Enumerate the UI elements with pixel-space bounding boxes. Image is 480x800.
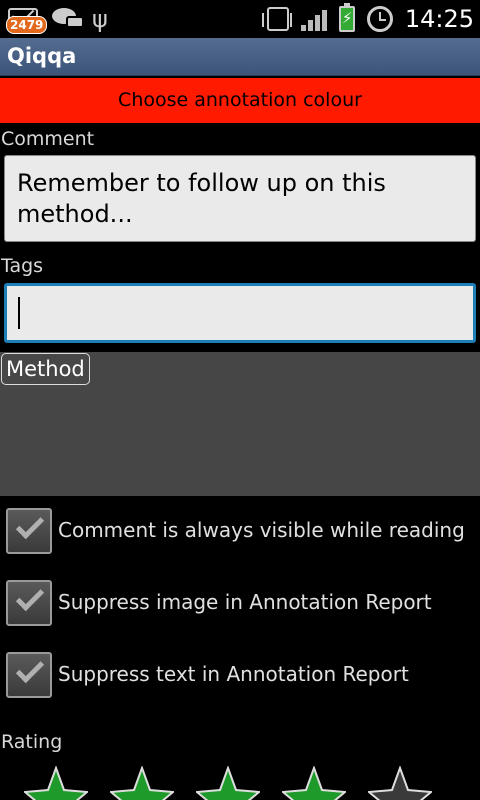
method-panel[interactable]: Method — [0, 352, 480, 496]
star-icon-4[interactable] — [282, 766, 346, 800]
suppress-image-checkbox[interactable] — [6, 580, 52, 626]
checkbox-row-suppress-text[interactable]: Suppress text in Annotation Report — [6, 652, 476, 700]
status-bar: 2479 ψ 14:25 — [0, 0, 480, 38]
comment-visible-label[interactable]: Comment is always visible while reading — [58, 518, 465, 542]
star-icon-5[interactable] — [368, 766, 432, 800]
comment-field[interactable]: Remember to follow up on this method... — [4, 155, 476, 242]
choose-colour-button[interactable]: Choose annotation colour — [0, 78, 480, 123]
method-chip[interactable]: Method — [1, 353, 90, 385]
mail-icon: 2479 — [6, 4, 48, 34]
usb-icon: ψ — [92, 5, 108, 33]
app-title: Qiqqa — [7, 44, 77, 68]
tags-input[interactable] — [4, 283, 476, 343]
text-caret — [18, 297, 20, 329]
suppress-text-label[interactable]: Suppress text in Annotation Report — [58, 662, 409, 686]
check-icon — [15, 654, 45, 684]
suppress-image-label[interactable]: Suppress image in Annotation Report — [58, 590, 432, 614]
comment-label: Comment — [1, 128, 95, 150]
chat-bubble-secondary — [66, 16, 84, 28]
app-title-bar: Qiqqa — [0, 38, 480, 76]
checkbox-row-comment-visible[interactable]: Comment is always visible while reading — [6, 508, 476, 556]
rating-label: Rating — [1, 731, 63, 753]
rating-stars[interactable] — [24, 766, 432, 800]
vibrate-icon — [261, 7, 292, 31]
star-icon-2[interactable] — [110, 766, 174, 800]
battery-charging-icon — [338, 3, 355, 32]
notification-count: 2479 — [6, 16, 48, 34]
status-bar-left: 2479 ψ — [6, 4, 108, 34]
suppress-text-checkbox[interactable] — [6, 652, 52, 698]
tags-label: Tags — [1, 255, 44, 277]
check-icon — [15, 582, 45, 612]
checkbox-row-suppress-image[interactable]: Suppress image in Annotation Report — [6, 580, 476, 628]
signal-bar-3 — [314, 15, 320, 31]
star-icon-3[interactable] — [196, 766, 260, 800]
signal-bar-4 — [321, 10, 327, 31]
check-icon — [15, 510, 45, 540]
status-clock: 14:25 — [404, 5, 474, 33]
alarm-icon — [366, 6, 393, 32]
star-icon-1[interactable] — [24, 766, 88, 800]
status-bar-right: 14:25 — [261, 3, 474, 34]
signal-bar-2 — [307, 20, 313, 31]
comment-visible-checkbox[interactable] — [6, 508, 52, 554]
signal-bar-1 — [300, 25, 306, 31]
chat-icon — [52, 6, 86, 32]
signal-icon — [300, 7, 327, 31]
